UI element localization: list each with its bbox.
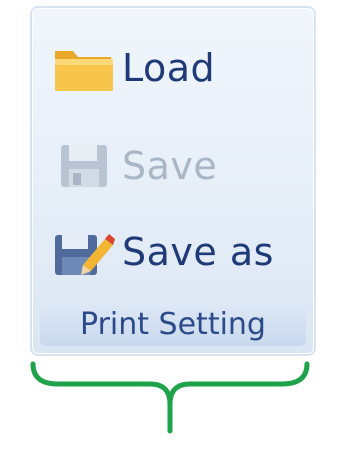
save-icon — [52, 139, 116, 193]
save-label: Save — [122, 144, 218, 188]
save-as-button[interactable]: Save as — [52, 222, 274, 282]
curly-brace-icon — [30, 361, 310, 434]
save-as-label: Save as — [122, 230, 274, 274]
load-label: Load — [122, 46, 216, 90]
group-title: Print Setting — [40, 302, 306, 346]
save-button[interactable]: Save — [52, 136, 217, 196]
save-as-icon — [52, 225, 116, 279]
folder-icon — [52, 41, 116, 95]
print-setting-ribbon-group: Load Save Save as Print Setting — [30, 6, 316, 356]
load-button[interactable]: Load — [52, 38, 215, 98]
